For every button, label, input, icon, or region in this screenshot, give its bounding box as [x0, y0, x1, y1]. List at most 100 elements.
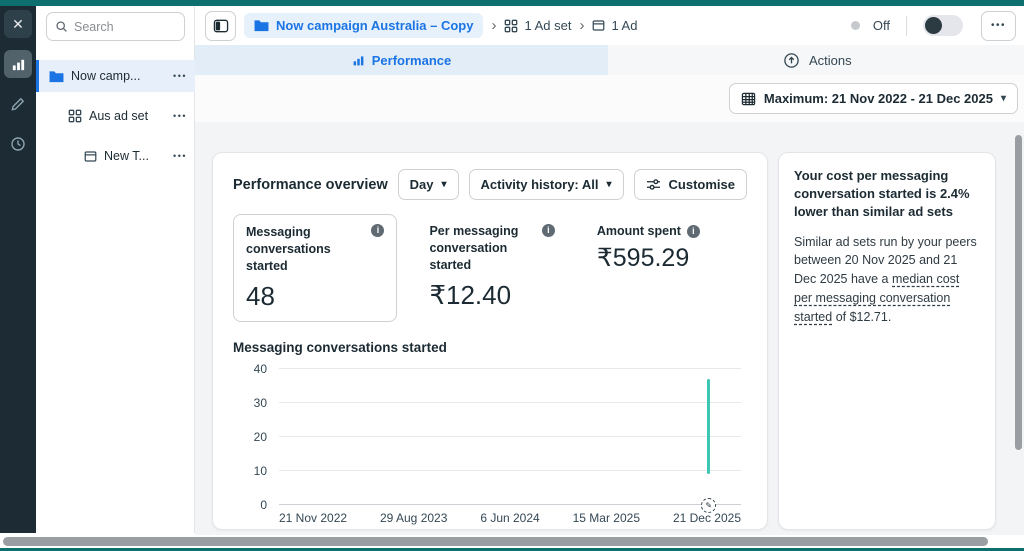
horizontal-scrollbar[interactable]	[3, 537, 988, 546]
gridline	[279, 504, 741, 505]
overview-title: Performance overview	[233, 177, 388, 193]
activity-history-dropdown[interactable]: Activity history: All ▾	[469, 169, 624, 200]
peer-comparison-card: Your cost per messaging conversation sta…	[778, 152, 996, 530]
delivery-status-dot	[851, 21, 860, 30]
metric-card-amount-spent[interactable]: Amount spent i ₹595.29	[581, 214, 747, 322]
adset-grid-icon	[504, 19, 518, 33]
insight-heading: Your cost per messaging conversation sta…	[794, 167, 980, 222]
chevron-right-icon: ›	[491, 17, 496, 34]
date-range-button[interactable]: Maximum: 21 Nov 2022 - 21 Dec 2025 ▾	[729, 83, 1018, 114]
chart-plot-area[interactable]: ✎	[279, 369, 741, 505]
x-tick-label: 15 Mar 2025	[573, 511, 640, 525]
customise-button[interactable]: Customise	[634, 169, 747, 200]
breadcrumb-campaign-label: Now campaign Australia – Copy	[276, 18, 473, 33]
gridline	[279, 470, 741, 471]
tab-performance-label: Performance	[372, 53, 451, 68]
metric-card-conversations[interactable]: Messaging conversations started i 48	[233, 214, 397, 322]
delivery-status-label: Off	[873, 18, 890, 33]
tree-item-menu-icon[interactable]: •••	[173, 111, 187, 121]
activity-history-label: Activity history: All	[481, 177, 599, 192]
edit-tool-button[interactable]	[4, 90, 32, 118]
tree-item-campaign[interactable]: Now camp... •••	[36, 60, 195, 92]
actions-label: Actions	[809, 53, 852, 68]
time-breakdown-dropdown[interactable]: Day ▾	[398, 169, 459, 200]
search-icon	[55, 20, 68, 33]
tree-item-label: New T...	[104, 149, 149, 163]
tree-item-adset[interactable]: Aus ad set •••	[36, 100, 195, 132]
vertical-scrollbar[interactable]	[1015, 135, 1022, 450]
gridline	[279, 436, 741, 437]
metric-label: Amount spent	[597, 223, 681, 240]
performance-tool-button[interactable]	[4, 50, 32, 78]
pencil-icon	[10, 96, 26, 112]
ellipsis-icon: •••	[991, 20, 1006, 31]
tree-item-menu-icon[interactable]: •••	[173, 151, 187, 161]
search-placeholder: Search	[74, 20, 114, 34]
x-axis-labels: 21 Nov 2022 29 Aug 2023 6 Jun 2024 15 Mar 2…	[279, 511, 741, 525]
tool-rail: ✕	[0, 6, 36, 533]
x-tick-label: 29 Aug 2023	[380, 511, 447, 525]
breadcrumb-adset[interactable]: 1 Ad set	[504, 18, 571, 33]
data-series-spike[interactable]	[707, 379, 710, 474]
y-tick-label: 20	[254, 430, 267, 444]
info-icon[interactable]: i	[687, 225, 700, 238]
breadcrumb-ad[interactable]: 1 Ad	[592, 18, 637, 33]
toggle-knob	[925, 17, 942, 34]
y-tick-label: 10	[254, 464, 267, 478]
x-tick-label: 21 Nov 2022	[279, 511, 347, 525]
tree-item-ad[interactable]: New T... •••	[36, 140, 195, 172]
folder-icon	[49, 70, 64, 83]
tree-item-menu-icon[interactable]: •••	[173, 71, 187, 81]
view-tab-bar: Performance Actions	[195, 45, 1024, 75]
collapse-sidebar-button[interactable]	[205, 11, 236, 41]
chart-title: Messaging conversations started	[233, 340, 747, 355]
close-panel-button[interactable]: ✕	[4, 10, 32, 38]
y-tick-label: 40	[254, 362, 267, 376]
metric-value: ₹595.29	[597, 243, 747, 273]
folder-icon	[254, 19, 269, 32]
breadcrumb-ad-label: 1 Ad	[611, 18, 637, 33]
y-tick-label: 30	[254, 396, 267, 410]
conversations-chart: 403020100 ✎ 21 Nov 202229 Aug 20236 Jun …	[233, 369, 747, 505]
actions-button[interactable]: Actions	[783, 45, 852, 75]
chevron-down-icon: ▾	[441, 179, 446, 190]
metric-label: Messaging conversations started	[246, 224, 365, 275]
chevron-down-icon: ▾	[607, 179, 612, 190]
gridline	[279, 368, 741, 369]
clock-icon	[10, 136, 26, 152]
tree-item-label: Aus ad set	[89, 109, 148, 123]
chevron-down-icon: ▾	[1001, 93, 1006, 104]
y-axis-labels: 40 30 20 10 0	[233, 362, 267, 512]
insight-body-post: of $12.71.	[832, 310, 891, 324]
close-icon: ✕	[12, 16, 24, 33]
y-tick-label: 0	[260, 498, 267, 512]
history-tool-button[interactable]	[4, 130, 32, 158]
divider	[906, 16, 907, 36]
metric-cards-row: Messaging conversations started i 48 Per…	[233, 214, 747, 322]
calendar-icon	[741, 91, 756, 106]
share-circle-icon	[783, 52, 800, 69]
breadcrumb-adset-label: 1 Ad set	[524, 18, 571, 33]
x-tick-label: 21 Dec 2025	[673, 511, 741, 525]
customise-label: Customise	[669, 177, 735, 192]
delivery-toggle[interactable]	[923, 15, 963, 36]
more-options-button[interactable]: •••	[981, 11, 1016, 41]
search-input[interactable]: Search	[46, 12, 185, 41]
breadcrumb-bar: Now campaign Australia – Copy › 1 Ad set…	[195, 6, 1024, 45]
ad-frame-icon	[84, 150, 97, 163]
ad-frame-icon	[592, 19, 605, 32]
x-tick-label: 6 Jun 2024	[480, 511, 539, 525]
info-icon[interactable]: i	[371, 224, 384, 237]
breadcrumb-campaign[interactable]: Now campaign Australia – Copy	[244, 13, 483, 38]
tab-performance[interactable]: Performance	[195, 45, 608, 75]
gridline	[279, 402, 741, 403]
tree-item-label: Now camp...	[71, 69, 140, 83]
info-icon[interactable]: i	[542, 224, 555, 237]
adjustments-icon	[646, 178, 661, 191]
performance-overview-card: Performance overview Day ▾ Activity hist…	[212, 152, 768, 530]
date-range-label: Maximum: 21 Nov 2022 - 21 Dec 2025	[764, 91, 993, 106]
bar-chart-icon	[11, 57, 26, 72]
ads-manager-window: ✕ Search Now	[0, 0, 1024, 551]
metric-label: Per messaging conversation started	[429, 223, 541, 274]
insight-body: Similar ad sets run by your peers betwee…	[794, 233, 980, 327]
